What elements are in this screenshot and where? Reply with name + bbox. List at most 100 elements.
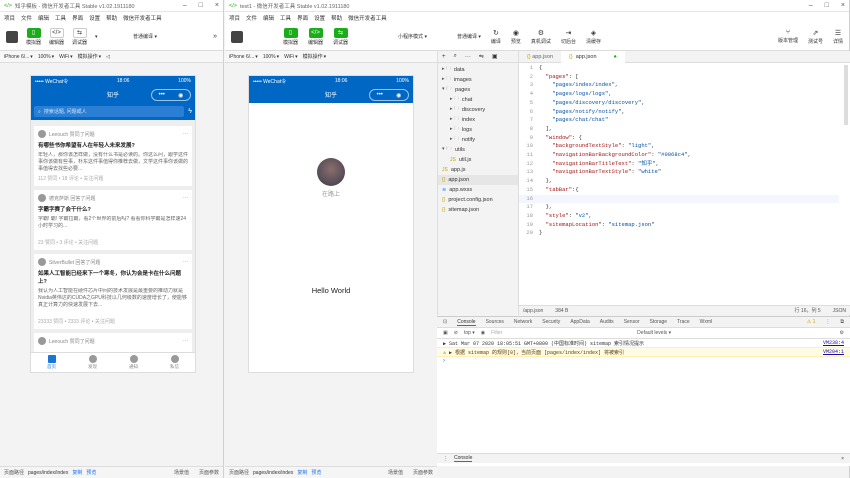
more-dots-icon[interactable]: ••• xyxy=(159,92,165,98)
file-tree-item[interactable]: ▸ 🗀 discovery xyxy=(438,105,518,115)
source-link[interactable]: VM238:4 xyxy=(823,340,844,346)
close-circle-icon[interactable]: ◉ xyxy=(178,92,183,99)
context-select[interactable]: top ▾ xyxy=(464,330,475,336)
network-select[interactable]: WiFi ▾ xyxy=(284,54,298,60)
search-icon[interactable]: ⌕ xyxy=(454,53,457,60)
code-line[interactable]: 19 "sitemapLocation": "sitemap.json" xyxy=(519,221,839,230)
mode-select[interactable]: ▾ xyxy=(95,34,125,40)
tab-trace[interactable]: Trace xyxy=(677,319,690,325)
sound-icon[interactable]: ◁ xyxy=(106,54,110,60)
menu-item[interactable]: 项目 xyxy=(229,14,240,22)
search-input[interactable]: ⌕ 搜索话题, 问题或人 xyxy=(34,106,185,117)
simulate-op-select[interactable]: 模拟操作 ▾ xyxy=(78,53,102,61)
file-tree-item[interactable]: ▸ 🗀 logs xyxy=(438,125,518,135)
user-avatar[interactable] xyxy=(6,30,18,43)
tab-sensor[interactable]: Sensor xyxy=(624,319,640,325)
warning-count-badge[interactable]: ⚠ 1 xyxy=(807,319,816,325)
code-line[interactable]: 14 }, xyxy=(519,177,839,186)
tab-notify[interactable]: 通知 xyxy=(113,353,154,372)
lightning-icon[interactable]: ϟ xyxy=(188,108,192,115)
file-tree-item[interactable]: ▸ 🗀 notify xyxy=(438,135,518,145)
code-line[interactable]: 11 "navigationBarBackgroundColor": "#006… xyxy=(519,151,839,160)
zoom-select[interactable]: 100% ▾ xyxy=(263,54,279,60)
filter-input[interactable]: Filter xyxy=(491,330,631,336)
code-line[interactable]: 18 "style": "v2", xyxy=(519,212,839,221)
file-tree-item[interactable]: JS app.js xyxy=(438,165,518,175)
drawer-tab-console[interactable]: Console xyxy=(454,455,473,462)
clear-cache-button[interactable]: ◈ 清缓存 xyxy=(586,29,601,45)
test-account-button[interactable]: ⇗ 测试号 xyxy=(808,29,823,45)
cursor-position[interactable]: 行 16，列 5 xyxy=(795,307,821,314)
editor-scrollbar[interactable] xyxy=(844,65,848,125)
tab-audits[interactable]: Audits xyxy=(600,319,614,325)
zoom-select[interactable]: 100% ▾ xyxy=(38,54,54,60)
close-circle-icon[interactable]: ◉ xyxy=(396,92,401,99)
more-icon[interactable]: ··· xyxy=(183,195,188,201)
file-tree-item[interactable]: ▸ 🗀 index xyxy=(438,115,518,125)
menu-item[interactable]: 界面 xyxy=(297,14,308,22)
undock-icon[interactable]: ⧉ xyxy=(840,319,844,325)
code-line[interactable]: 4 "pages/logs/logs", xyxy=(519,90,839,99)
file-tree-item[interactable]: {} project.config.json xyxy=(438,195,518,205)
inspect-icon[interactable]: ⊡ xyxy=(443,319,447,325)
more-icon[interactable]: ⋮ xyxy=(825,319,830,325)
code-line[interactable]: 2 "pages": [ xyxy=(519,73,839,82)
params-button[interactable]: 页面参数 xyxy=(413,469,433,476)
debugger-toggle[interactable]: ⇆ 调试器 xyxy=(72,27,87,46)
menu-item[interactable]: 设置 xyxy=(314,14,325,22)
tab-messages[interactable]: 私信 xyxy=(154,353,195,372)
code-line[interactable]: 1{ xyxy=(519,64,839,73)
minimize-button[interactable]: – xyxy=(183,2,187,9)
split-icon[interactable]: ⇋ xyxy=(479,53,484,60)
details-button[interactable]: ☰ 详情 xyxy=(833,29,843,45)
tab-home[interactable]: 首页 xyxy=(31,353,72,372)
tab-appdata[interactable]: AppData xyxy=(570,319,589,325)
editor-tab[interactable]: {} app.json xyxy=(519,54,561,60)
more-icon[interactable]: ··· xyxy=(183,338,188,344)
editor-toggle[interactable]: </> 编辑器 xyxy=(308,27,323,46)
file-tree-item[interactable]: ▸ 🗀 data xyxy=(438,65,518,75)
menu-item[interactable]: 文件 xyxy=(246,14,257,22)
more-icon[interactable]: ··· xyxy=(183,259,188,265)
capsule-menu[interactable]: ••• ◉ xyxy=(369,89,409,101)
copy-link[interactable]: 复制 xyxy=(72,469,82,476)
menu-item[interactable]: 项目 xyxy=(4,14,15,22)
menu-item[interactable]: 工具 xyxy=(55,14,66,22)
tab-discover[interactable]: 发现 xyxy=(72,353,113,372)
console-line[interactable]: ▶ Sat Mar 07 2020 18:05:51 GMT+0800 (中国标… xyxy=(437,339,850,348)
file-tree-item[interactable]: ≋ app.wxss xyxy=(438,185,518,195)
close-button[interactable]: × xyxy=(841,2,845,9)
file-tree-item[interactable]: JS util.js xyxy=(438,155,518,165)
simulator-toggle[interactable]: ▯ 模拟器 xyxy=(283,27,298,46)
file-tree-item[interactable]: ▸ 🗀 chat xyxy=(438,95,518,105)
code-line[interactable]: 3 "pages/index/index", xyxy=(519,81,839,90)
tab-storage[interactable]: Storage xyxy=(650,319,668,325)
code-line[interactable]: 10 "backgroundTextStyle": "light", xyxy=(519,142,839,151)
menu-item[interactable]: 编辑 xyxy=(38,14,49,22)
more-icon[interactable]: » xyxy=(213,33,217,40)
debugger-toggle[interactable]: ⇆ 调试器 xyxy=(333,27,348,46)
menu-item[interactable]: 微信开发者工具 xyxy=(123,14,162,22)
sidebar-icon[interactable]: ▣ xyxy=(492,53,498,60)
scene-button[interactable]: 场景值 xyxy=(174,469,189,476)
version-button[interactable]: ⑂ 版本管理 xyxy=(778,29,798,44)
background-button[interactable]: ⇥ 切后台 xyxy=(561,29,576,45)
close-button[interactable]: × xyxy=(215,2,219,9)
menu-item[interactable]: 编辑 xyxy=(263,14,274,22)
close-icon[interactable]: × xyxy=(841,456,844,462)
file-tree-item[interactable]: {} sitemap.json xyxy=(438,205,518,215)
remote-debug-button[interactable]: ⚙ 真机调试 xyxy=(531,29,551,45)
scene-button[interactable]: 场景值 xyxy=(388,469,403,476)
compile-button[interactable]: ↻ 编译 xyxy=(491,29,501,45)
device-select[interactable]: iPhone 6/... ▾ xyxy=(4,54,33,60)
console-prompt[interactable]: › xyxy=(437,357,850,365)
user-avatar[interactable] xyxy=(231,30,243,43)
eye-icon[interactable]: ◉ xyxy=(481,330,485,336)
sidebar-toggle-icon[interactable]: ▣ xyxy=(443,330,448,336)
code-line[interactable]: 6 "pages/notify/notify", xyxy=(519,108,839,117)
more-icon[interactable]: ··· xyxy=(465,54,471,60)
tab-sources[interactable]: Sources xyxy=(486,319,504,325)
code-editor[interactable]: 1{2 "pages": [3 "pages/index/index", 4 "p… xyxy=(519,64,839,238)
copy-link[interactable]: 复制 xyxy=(297,469,307,476)
maximize-button[interactable]: □ xyxy=(199,2,203,9)
